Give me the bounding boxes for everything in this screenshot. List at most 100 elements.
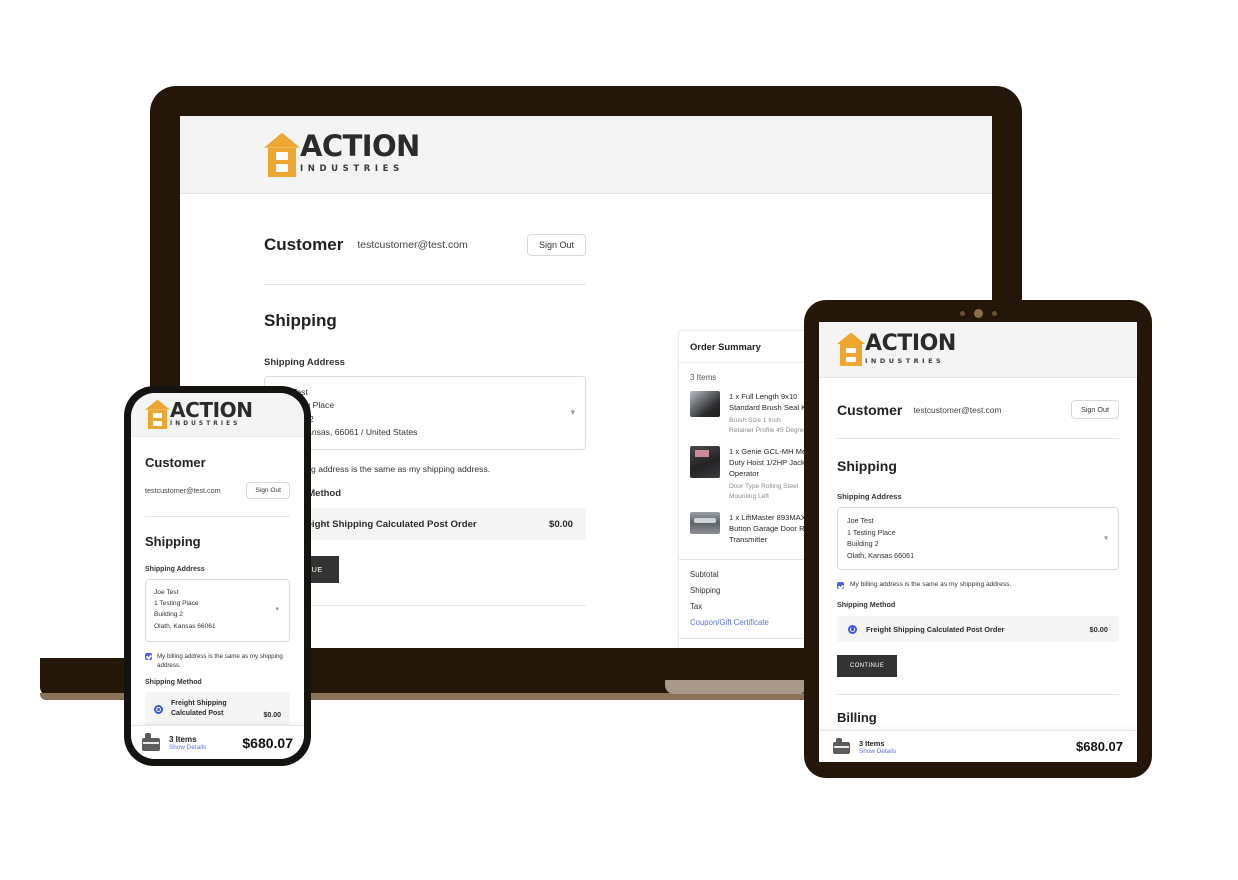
brand-tagline: INDUSTRIES bbox=[170, 420, 241, 427]
camera-dot-icon bbox=[959, 311, 965, 316]
shipping-method-option[interactable]: Freight Shipping Calculated Post $0.00 bbox=[145, 692, 290, 727]
shipping-section: Shipping Shipping Address Joe Test 1 Tes… bbox=[837, 439, 1119, 696]
billing-same-label: My billing address is the same as my shi… bbox=[850, 581, 1012, 589]
billing-same-checkbox-row[interactable]: My billing address is the same as my shi… bbox=[145, 652, 290, 671]
camera-dot-icon bbox=[991, 311, 997, 316]
order-item-thumbnail bbox=[690, 445, 720, 478]
shipping-heading: Shipping bbox=[145, 534, 201, 549]
continue-button[interactable]: CONTINUE bbox=[837, 655, 898, 678]
brand-tagline: INDUSTRIES bbox=[865, 357, 945, 365]
shipping-method-name-line2: Calculated Post bbox=[171, 710, 224, 718]
shipping-address-select[interactable]: Joe Test 1 Testing Place Building 2 Olat… bbox=[264, 376, 586, 451]
show-details-link[interactable]: Show Details bbox=[859, 748, 896, 755]
billing-same-label: My billing address is the same as my shi… bbox=[280, 464, 491, 475]
warehouse-building-icon bbox=[145, 399, 170, 430]
shipping-heading: Shipping bbox=[264, 311, 337, 330]
warehouse-building-icon bbox=[837, 332, 865, 367]
sign-out-button[interactable]: Sign Out bbox=[526, 234, 586, 256]
billing-same-checkbox-row[interactable]: My billing address is the same as my shi… bbox=[837, 581, 1119, 590]
shopping-cart-icon bbox=[142, 733, 160, 751]
address-line-4: Olath, Kansas, 66061 / United States bbox=[276, 426, 418, 437]
chevron-down-icon: ▾ bbox=[275, 606, 279, 614]
sign-out-button[interactable]: Sign Out bbox=[246, 482, 290, 499]
address-line-3: Building 2 bbox=[276, 413, 314, 424]
mini-cart-items-label: 3 Items bbox=[169, 734, 197, 744]
shipping-method-label: Shipping Method bbox=[837, 600, 896, 610]
laptop-trackpad-notch bbox=[665, 680, 807, 694]
shipping-method-radio[interactable] bbox=[154, 704, 163, 714]
customer-email: testcustomer@test.com bbox=[357, 239, 468, 251]
brand-logo[interactable]: ACTION INDUSTRIES bbox=[264, 132, 420, 177]
brand-logo[interactable]: ACTION INDUSTRIES bbox=[145, 397, 253, 430]
billing-same-label: My billing address is the same as my shi… bbox=[157, 652, 283, 670]
address-line-3: Building 2 bbox=[154, 611, 183, 619]
shipping-address-label: Shipping Address bbox=[264, 357, 345, 368]
order-item-option: Brush Size 1 Inch bbox=[729, 417, 781, 424]
chevron-down-icon: ▾ bbox=[1103, 533, 1108, 543]
site-header: ACTION INDUSTRIES bbox=[180, 116, 992, 194]
mini-cart-footer[interactable]: 3 Items Show Details $680.07 bbox=[819, 730, 1137, 762]
customer-email: testcustomer@test.com bbox=[913, 404, 1002, 415]
shipping-method-price: $0.00 bbox=[1089, 624, 1109, 634]
address-line-3: Building 2 bbox=[847, 539, 879, 549]
shipping-address-label: Shipping Address bbox=[837, 492, 902, 501]
order-item-title: 1 x Full Length 9x10 Standard Brush Seal… bbox=[729, 392, 811, 412]
address-line-2: 1 Testing Place bbox=[847, 527, 896, 537]
address-line-2: 1 Testing Place bbox=[154, 600, 199, 608]
billing-heading: Billing bbox=[837, 710, 877, 726]
site-header: ACTION INDUSTRIES bbox=[131, 393, 304, 437]
sign-out-button[interactable]: Sign Out bbox=[1071, 400, 1119, 419]
warehouse-building-icon bbox=[264, 132, 300, 177]
shipping-method-option[interactable]: Freight Shipping Calculated Post Order $… bbox=[264, 508, 586, 541]
billing-same-checkbox-row[interactable]: My billing address is the same as my shi… bbox=[264, 464, 586, 475]
order-item-thumbnail bbox=[690, 511, 720, 534]
phone-device-mockup: ACTION INDUSTRIES Customer testcustomer@… bbox=[124, 386, 311, 766]
address-line-2: 1 Testing Place bbox=[276, 400, 335, 411]
address-line-4: Olath, Kansas 66061 bbox=[847, 550, 915, 560]
shipping-section: Shipping Shipping Address Joe Test 1 Tes… bbox=[264, 285, 586, 648]
shipping-address-select[interactable]: Joe Test 1 Testing Place Building 2 Olat… bbox=[145, 579, 290, 642]
brand-tagline: INDUSTRIES bbox=[300, 164, 404, 175]
address-line-1: Joe Test bbox=[276, 386, 561, 399]
shopping-cart-icon bbox=[833, 737, 850, 754]
address-line-4: Olath, Kansas 66061 bbox=[154, 622, 216, 630]
tablet-camera-array bbox=[804, 309, 1152, 318]
shipping-method-option[interactable]: Freight Shipping Calculated Post Order $… bbox=[837, 616, 1119, 643]
order-item-thumbnail bbox=[690, 391, 720, 417]
chevron-down-icon: ▾ bbox=[570, 407, 575, 418]
mini-cart-footer[interactable]: 3 Items Show Details $680.07 bbox=[131, 725, 304, 759]
address-line-1: Joe Test bbox=[847, 516, 874, 525]
brand-logo[interactable]: ACTION INDUSTRIES bbox=[837, 332, 956, 367]
order-summary-heading: Order Summary bbox=[690, 341, 761, 352]
show-details-link[interactable]: Show Details bbox=[169, 744, 206, 751]
customer-email: testcustomer@test.com bbox=[145, 486, 221, 495]
phone-screen-content: ACTION INDUSTRIES Customer testcustomer@… bbox=[131, 393, 304, 759]
shipping-heading: Shipping bbox=[837, 458, 897, 474]
address-line-1: Joe Test bbox=[154, 589, 179, 596]
shipping-section: Shipping Shipping Address Joe Test 1 Tes… bbox=[145, 517, 290, 727]
shipping-method-label: Shipping Method bbox=[145, 679, 202, 687]
shipping-method-price: $0.00 bbox=[548, 518, 573, 530]
mini-cart-total: $680.07 bbox=[1076, 739, 1123, 754]
shipping-method-name: Freight Shipping Calculated Post Order bbox=[866, 624, 1005, 634]
shipping-method-radio[interactable] bbox=[848, 624, 857, 634]
billing-same-checkbox[interactable] bbox=[145, 652, 152, 660]
mini-cart-total: $680.07 bbox=[242, 734, 293, 751]
section-divider bbox=[264, 605, 586, 607]
customer-heading: Customer bbox=[837, 401, 903, 418]
customer-heading: Customer bbox=[145, 455, 206, 470]
customer-heading: Customer bbox=[264, 235, 344, 254]
shipping-method-name-line1: Freight Shipping bbox=[171, 699, 227, 707]
billing-same-checkbox[interactable] bbox=[837, 582, 844, 590]
brand-name: ACTION bbox=[170, 397, 253, 422]
mini-cart-items-label: 3 Items bbox=[859, 738, 885, 748]
device-mockup-scene: ACTION INDUSTRIES Customer testcustomer@… bbox=[0, 0, 1238, 880]
tablet-device-mockup: ACTION INDUSTRIES Customer testcustomer@… bbox=[804, 300, 1152, 778]
shipping-method-label: Shipping Method bbox=[264, 488, 342, 500]
shipping-method-name: Freight Shipping Calculated Post Order bbox=[297, 518, 477, 530]
brand-name: ACTION bbox=[300, 129, 420, 164]
shipping-address-label: Shipping Address bbox=[145, 566, 205, 573]
camera-lens-icon bbox=[973, 309, 983, 318]
tablet-screen-content: ACTION INDUSTRIES Customer testcustomer@… bbox=[819, 322, 1137, 762]
shipping-address-select[interactable]: Joe Test 1 Testing Place Building 2 Olat… bbox=[837, 507, 1119, 571]
